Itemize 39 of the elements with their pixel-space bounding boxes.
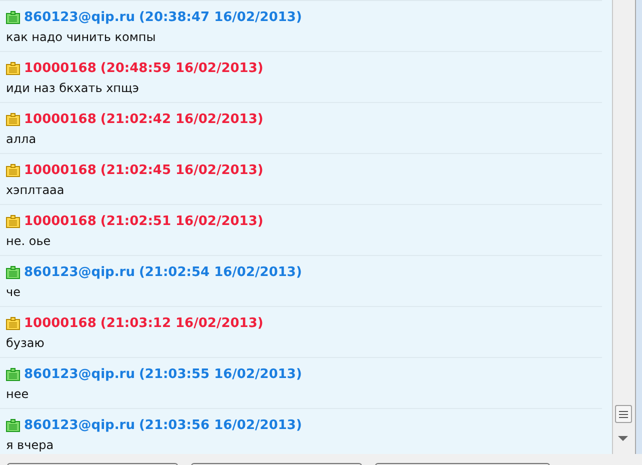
message-time: (21:02:45 16/02/2013) (100, 162, 264, 178)
message-time: (21:02:42 16/02/2013) (100, 112, 264, 126)
message-text: как надо чинить компы (6, 29, 157, 46)
contact-card-icon (6, 214, 20, 228)
message-author: 10000168 (24, 214, 96, 228)
contact-card-icon (6, 164, 20, 176)
message-text: нее (6, 386, 30, 403)
message-text: я вчера (6, 437, 55, 454)
message-time: (21:02:54 16/02/2013) (138, 264, 302, 280)
message-author: 10000168 (24, 316, 96, 330)
message-text: иди наз бкхать хпщэ (6, 80, 140, 97)
message-author: 860123@qip.ru (24, 418, 135, 432)
contact-card-icon (6, 418, 20, 432)
message-text: че (6, 284, 22, 301)
scroll-thumb[interactable] (615, 405, 632, 423)
message-time: (21:03:12 16/02/2013) (100, 316, 264, 330)
contact-card-icon (6, 62, 20, 74)
message-time: (21:02:51 16/02/2013) (100, 214, 264, 228)
scrollbar[interactable] (613, 0, 636, 454)
contact-card-icon (6, 266, 20, 278)
message-time: (20:38:47 16/02/2013) (138, 10, 302, 24)
message-author: 860123@qip.ru (24, 264, 135, 280)
message-text: бузаю (6, 335, 46, 352)
message-time: (21:03:56 16/02/2013) (138, 418, 302, 432)
message-author: 10000168 (24, 162, 96, 178)
scroll-down-icon[interactable] (618, 436, 628, 442)
message-author: 10000168 (24, 112, 96, 126)
contact-card-icon (6, 316, 20, 330)
message-text: алла (6, 131, 38, 148)
message-time: (21:03:55 16/02/2013) (138, 366, 302, 382)
contact-card-icon (6, 10, 20, 24)
contact-card-icon (6, 112, 20, 126)
message-text: не. оье (6, 233, 52, 250)
message-author: 860123@qip.ru (24, 366, 135, 382)
message-author: 860123@qip.ru (24, 10, 135, 24)
contact-card-icon (6, 368, 20, 380)
message-text: хэплтааа (6, 182, 66, 199)
message-author: 10000168 (24, 60, 96, 76)
message-time: (20:48:59 16/02/2013) (100, 60, 264, 76)
